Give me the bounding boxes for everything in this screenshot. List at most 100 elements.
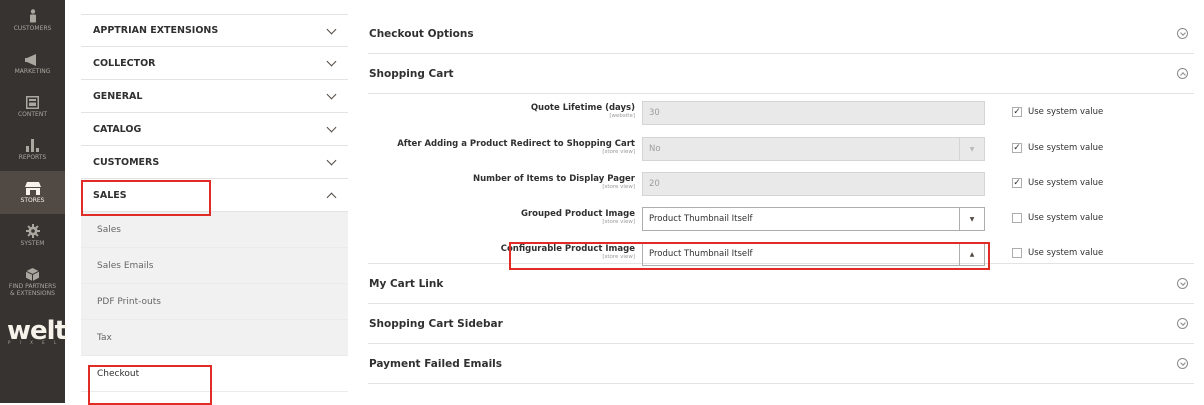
menu-find-partners[interactable]: FIND PARTNERS & EXTENSIONS [0,257,65,307]
checkbox-unchecked [1012,248,1022,258]
shopping-cart-fields: Quote Lifetime (days) [website] 30 ✓ Use… [368,94,1194,266]
menu-system-label: SYSTEM [20,239,45,247]
bar-chart-icon [25,138,41,152]
items-pager-input[interactable]: 20 [642,172,985,196]
checkbox-checked: ✓ [1012,178,1022,188]
layout-icon [25,95,41,109]
chevron-down-icon [326,24,337,34]
select-value: No [649,144,661,154]
menu-reports-label: REPORTS [18,153,47,161]
grouped-product-image-select[interactable]: Product Thumbnail Itself ▼ [642,207,985,231]
field-grouped-product-image: Grouped Product Image [store view] Produ… [368,207,1194,231]
checkbox-label: Use system value [1028,213,1104,223]
gear-icon [25,223,41,238]
collapse-circle-icon [1177,68,1188,79]
field-items-pager: Number of Items to Display Pager [store … [368,172,1194,196]
menu-partners-line2: & EXTENSIONS [10,289,55,297]
field-label: Grouped Product Image [store view] [520,209,635,226]
checkbox-label: Use system value [1028,248,1104,258]
welt-logo-tagline: P I X E L [8,340,61,345]
tab-apptrian-extensions[interactable]: APPTRIAN EXTENSIONS [81,14,348,47]
chevron-up-icon [326,192,337,202]
field-label: Quote Lifetime (days) [website] [530,103,635,120]
field-scope: [store view] [602,149,635,156]
checkbox-label: Use system value [1028,107,1104,117]
subtab-label: Tax [97,332,112,343]
use-system-value-checkbox[interactable]: ✓ Use system value [1012,143,1103,153]
group-title: Shopping Cart [369,67,454,80]
group-payment-failed-emails[interactable]: Payment Failed Emails [368,344,1194,384]
menu-content[interactable]: CONTENT [0,85,65,128]
highlight-checkout-subtab [88,365,212,405]
tab-label: CATALOG [93,123,142,135]
highlight-configurable-product-image [509,242,990,270]
group-shopping-cart-sidebar[interactable]: Shopping Cart Sidebar [368,304,1194,344]
highlight-sales-tab [81,180,211,216]
field-label-text: Quote Lifetime (days) [530,103,635,113]
use-system-value-checkbox[interactable]: Use system value [1012,213,1103,223]
admin-menu: CUSTOMERS MARKETING CONTENT REPORTS STOR… [0,0,67,403]
menu-content-label: CONTENT [17,110,47,118]
select-value: Product Thumbnail Itself [649,214,753,224]
subtab-label: Sales [97,224,121,235]
input-value: 30 [649,108,660,118]
subtab-sales[interactable]: Sales [81,212,348,248]
tab-label: CUSTOMERS [93,156,160,168]
checkbox-label: Use system value [1028,143,1104,153]
tab-catalog[interactable]: CATALOG [81,113,348,146]
expand-circle-icon [1177,28,1188,39]
expand-circle-icon [1177,358,1188,369]
chevron-down-icon [326,56,337,67]
field-redirect-to-cart: After Adding a Product Redirect to Shopp… [368,137,1194,161]
field-label-text: Number of Items to Display Pager [472,174,635,184]
group-title: Shopping Cart Sidebar [369,317,503,330]
field-label-text: After Adding a Product Redirect to Shopp… [397,139,635,149]
config-content: Checkout Options Shopping Cart Quote Lif… [368,14,1194,384]
group-shopping-cart[interactable]: Shopping Cart [368,54,1194,94]
menu-marketing-label: MARKETING [14,67,51,75]
store-icon [24,181,41,195]
field-label: Number of Items to Display Pager [store … [472,174,635,191]
tab-general[interactable]: GENERAL [81,80,348,113]
use-system-value-checkbox[interactable]: ✓ Use system value [1012,178,1103,188]
input-value: 20 [649,179,660,189]
cube-icon [25,267,41,281]
chevron-down-icon [326,122,337,133]
tab-label: APPTRIAN EXTENSIONS [93,25,219,36]
use-system-value-checkbox[interactable]: Use system value [1012,248,1103,258]
menu-customers[interactable]: CUSTOMERS [0,0,65,42]
group-checkout-options[interactable]: Checkout Options [368,14,1194,54]
tab-label: COLLECTOR [93,57,156,69]
checkbox-checked: ✓ [1012,107,1022,117]
redirect-to-cart-select[interactable]: No ▼ [642,137,985,161]
subtab-pdf-printouts[interactable]: PDF Print-outs [81,284,348,320]
quote-lifetime-input[interactable]: 30 [642,101,985,125]
field-label: After Adding a Product Redirect to Shopp… [397,139,635,156]
tab-customers[interactable]: CUSTOMERS [81,146,348,179]
chevron-down-icon [326,89,337,100]
field-scope: [store view] [602,219,635,226]
menu-stores[interactable]: STORES [0,171,65,214]
subtab-sales-emails[interactable]: Sales Emails [81,248,348,284]
dropdown-arrow-icon: ▼ [959,138,984,160]
subtab-tax[interactable]: Tax [81,320,348,356]
tab-label: GENERAL [93,90,143,102]
group-my-cart-link[interactable]: My Cart Link [368,264,1194,304]
group-title: Checkout Options [369,27,474,40]
use-system-value-checkbox[interactable]: ✓ Use system value [1012,107,1103,117]
megaphone-icon [24,52,41,66]
menu-system[interactable]: SYSTEM [0,214,65,257]
expand-circle-icon [1177,318,1188,329]
group-title: My Cart Link [369,277,444,290]
checkbox-unchecked [1012,213,1022,223]
group-title: Payment Failed Emails [369,357,503,370]
menu-marketing[interactable]: MARKETING [0,42,65,85]
menu-stores-label: STORES [20,196,45,204]
field-quote-lifetime: Quote Lifetime (days) [website] 30 ✓ Use… [368,101,1194,125]
field-label-text: Grouped Product Image [520,209,635,219]
tab-collector[interactable]: COLLECTOR [81,47,348,80]
checkbox-label: Use system value [1028,178,1104,188]
subtab-label: PDF Print-outs [97,296,161,307]
menu-reports[interactable]: REPORTS [0,128,65,171]
subtab-label: Sales Emails [97,260,154,271]
